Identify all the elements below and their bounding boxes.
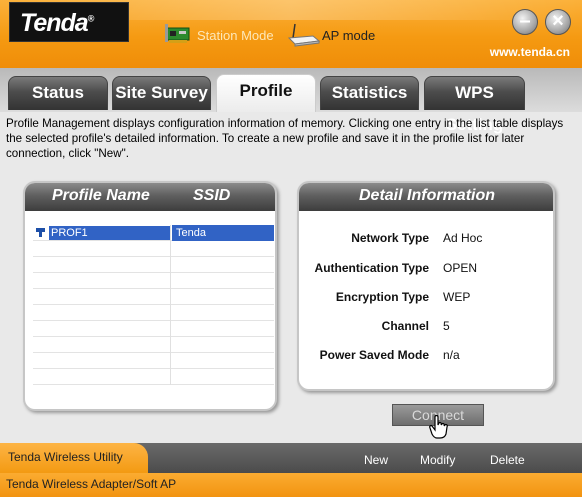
access-point-icon[interactable] bbox=[287, 22, 321, 48]
table-row bbox=[33, 273, 274, 289]
network-type-label: Network Type bbox=[351, 231, 429, 245]
table-row bbox=[33, 321, 274, 337]
detail-title: Detail Information bbox=[359, 187, 496, 204]
minimize-button[interactable]: – bbox=[512, 9, 538, 35]
table-row[interactable]: PROF1 Tenda bbox=[33, 225, 274, 241]
profile-list-panel: Profile Name SSID PROF1 Tenda bbox=[23, 181, 277, 411]
close-button[interactable]: × bbox=[545, 9, 571, 35]
ssid-cell: Tenda bbox=[172, 225, 274, 241]
network-card-icon[interactable] bbox=[163, 22, 193, 46]
header-bar: Tenda® Station Mode AP mode – × www.tend… bbox=[0, 0, 582, 68]
encryption-type-label: Encryption Type bbox=[335, 290, 429, 304]
tab-site-survey[interactable]: Site Survey bbox=[112, 76, 211, 110]
power-saved-mode-value: n/a bbox=[443, 348, 460, 362]
hand-cursor-icon bbox=[429, 415, 448, 439]
detail-information-panel: Detail Information Network Type Ad Hoc A… bbox=[297, 181, 555, 391]
status-bar: Tenda Wireless Adapter/Soft AP bbox=[0, 473, 582, 497]
tab-profile[interactable]: Profile bbox=[216, 74, 316, 112]
channel-label: Channel bbox=[381, 319, 429, 333]
ap-mode-label[interactable]: AP mode bbox=[322, 28, 375, 43]
table-row bbox=[33, 257, 274, 273]
table-row bbox=[33, 289, 274, 305]
utility-tab[interactable]: Tenda Wireless Utility bbox=[0, 443, 148, 473]
encryption-type-value: WEP bbox=[443, 290, 471, 304]
app-window: Tenda® Station Mode AP mode – × www.tend… bbox=[0, 0, 582, 497]
utility-tab-label: Tenda Wireless Utility bbox=[8, 450, 123, 464]
tenda-logo: Tenda® bbox=[9, 2, 129, 42]
authentication-type-label: Authentication Type bbox=[314, 261, 429, 275]
table-row bbox=[33, 305, 274, 321]
new-button[interactable]: New bbox=[364, 453, 388, 467]
network-type-value: Ad Hoc bbox=[443, 231, 483, 245]
station-mode-label[interactable]: Station Mode bbox=[197, 28, 274, 43]
website-link[interactable]: www.tenda.cn bbox=[490, 45, 570, 59]
tab-status[interactable]: Status bbox=[8, 76, 108, 110]
tab-statistics[interactable]: Statistics bbox=[320, 76, 419, 110]
table-row bbox=[33, 337, 274, 353]
table-row bbox=[33, 241, 274, 257]
profile-description: Profile Management displays configuratio… bbox=[6, 117, 564, 160]
channel-value: 5 bbox=[443, 319, 450, 333]
tab-bar: Status Site Survey Profile Statistics WP… bbox=[0, 68, 582, 134]
modify-button[interactable]: Modify bbox=[420, 453, 455, 467]
ssid-header[interactable]: SSID bbox=[193, 187, 230, 205]
table-row bbox=[33, 369, 274, 385]
delete-button[interactable]: Delete bbox=[490, 453, 525, 467]
status-text: Tenda Wireless Adapter/Soft AP bbox=[6, 477, 177, 491]
table-row bbox=[33, 353, 274, 369]
power-saved-mode-label: Power Saved Mode bbox=[319, 348, 429, 362]
profile-icon bbox=[36, 228, 45, 237]
profile-list-header: Profile Name SSID bbox=[25, 183, 275, 211]
profile-name-header[interactable]: Profile Name bbox=[52, 187, 150, 205]
profile-table: PROF1 Tenda bbox=[33, 225, 274, 385]
tab-wps-setting[interactable]: WPS Setting bbox=[424, 76, 525, 134]
authentication-type-value: OPEN bbox=[443, 261, 478, 275]
profile-name-cell: PROF1 bbox=[49, 226, 170, 240]
detail-header: Detail Information bbox=[299, 183, 553, 211]
